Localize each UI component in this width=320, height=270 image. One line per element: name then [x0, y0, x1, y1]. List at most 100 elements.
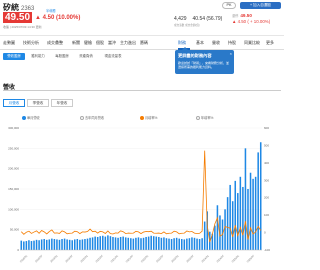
revenue-bar — [86, 238, 89, 250]
right-tick-label: 200 — [264, 196, 269, 200]
x-tick-label: 2024/01 — [200, 253, 210, 263]
revenue-bar — [35, 239, 38, 250]
radio-icon — [22, 116, 26, 121]
revenue-bar — [216, 205, 219, 250]
nav-item-technical[interactable]: 技術分析 — [23, 40, 39, 46]
limit-up-label: 漲停 — [232, 14, 239, 18]
x-tick-label: 2024/07 — [215, 253, 225, 263]
revenue-bar — [163, 237, 165, 250]
revenue-bar — [33, 240, 35, 250]
x-tick-label: 2021/07 — [125, 253, 135, 263]
revenue-bar — [224, 209, 226, 250]
revenue-bar — [28, 240, 30, 250]
revenue-bar — [203, 221, 206, 250]
revenue-bar — [150, 235, 152, 250]
revenue-bar — [127, 237, 130, 250]
x-tick-label: 2019/07 — [64, 253, 74, 263]
subnav-cash-flow[interactable]: 現金流量表 — [99, 53, 127, 60]
main-nav: 走勢圖 技術分析 成交彙整 新聞 健檢 個股 當沖 主力進出 籌碼 財務 基本 … — [0, 36, 284, 50]
amount-value: 40.54 (56.79) — [192, 16, 223, 22]
update-time: 收盤 | 2025/07/09 14:30 更新 — [3, 25, 42, 29]
revenue-bar — [91, 237, 94, 250]
legend-label: 去年同月營收 — [85, 116, 105, 120]
tab-yearly[interactable]: 年營收 — [51, 99, 73, 107]
x-tick-label: 2021/01 — [110, 253, 120, 263]
revenue-bar — [51, 238, 53, 250]
nav-item-holdings[interactable]: 持股 — [228, 40, 236, 46]
legend-item-yoy[interactable]: 年增率% — [196, 115, 213, 121]
x-tick-label: 2020/01 — [79, 253, 89, 263]
revenue-bar — [237, 193, 239, 250]
price-row: 49.50 ▲ 4.50 (10.00%) — [3, 12, 80, 23]
close-icon[interactable]: × — [230, 51, 232, 56]
revenue-bar — [229, 184, 231, 250]
revenue-bar — [63, 238, 66, 250]
revenue-bar — [188, 238, 191, 250]
revenue-bar — [23, 241, 25, 250]
legend-item-mom[interactable]: 月增率% — [140, 115, 157, 121]
revenue-bar — [135, 237, 137, 250]
nav-item-finance[interactable]: 財務 — [178, 40, 186, 46]
revenue-bar — [180, 239, 183, 250]
subnav-profitability[interactable]: 獲利能力 — [27, 53, 49, 60]
left-tick-label: 0 — [17, 248, 19, 252]
stock-header: 矽統 2363 半導體 49.50 ▲ 4.50 (10.00%) 收盤 | 202… — [0, 0, 284, 36]
nav-item-basic[interactable]: 基本 — [196, 40, 204, 46]
subnav-eps[interactable]: 每股盈餘 — [51, 53, 73, 60]
revenue-bar — [226, 197, 229, 250]
nav-item-revenue[interactable]: 營收 — [212, 40, 220, 46]
right-tick-label: 600 — [264, 126, 269, 130]
nav-item-major[interactable]: 主力進出 — [120, 40, 136, 46]
revenue-bar — [114, 237, 117, 250]
revenue-bar — [183, 239, 186, 250]
trade-stats: 4,429 40.54 (56.79) 成交張數 成交金額(億) — [174, 16, 228, 27]
revenue-bar — [109, 236, 112, 250]
legend-item-revenue[interactable]: 單月營收 — [22, 115, 40, 121]
pk-button[interactable]: PK — [222, 2, 236, 9]
revenue-bar — [48, 239, 51, 250]
revenue-bar — [137, 237, 140, 250]
revenue-bar — [186, 238, 188, 250]
limit-up-value: 49.50 — [240, 13, 252, 18]
nav-item-compare[interactable]: 同業比較 — [244, 40, 260, 46]
right-axis: 600 500 400 300 200 100 0 -100 — [264, 126, 270, 252]
tab-quarterly[interactable]: 季營收 — [27, 99, 49, 107]
subnav-balance-sheet[interactable]: 資產負債 — [75, 53, 97, 60]
nav-item-daytrade[interactable]: 當沖 — [108, 40, 116, 46]
revenue-bar — [43, 239, 45, 250]
nav-item-trades[interactable]: 成交彙整 — [47, 40, 63, 46]
trade-stats-labels: 成交張數 成交金額(億) — [174, 24, 200, 27]
revenue-bar — [79, 239, 81, 250]
revenue-bar — [107, 235, 109, 250]
chart-legend: 單月營收 去年同月營收 月增率% 年增率% — [0, 115, 284, 122]
x-tick-label: 2023/07 — [185, 253, 195, 263]
x-tick-label: 2022/01 — [140, 253, 150, 263]
revenue-bar — [53, 239, 56, 250]
price-change: ▲ 4.50 (10.00%) — [35, 14, 81, 21]
nav-item-news[interactable]: 新聞 — [72, 40, 80, 46]
nav-item-chips[interactable]: 籌碼 — [140, 40, 148, 46]
revenue-bar — [247, 189, 249, 250]
left-tick-label: 200,000 — [8, 167, 19, 171]
nav-item-more[interactable]: 更多 — [266, 40, 274, 46]
left-tick-label: 250,000 — [8, 146, 19, 150]
nav-item-trend[interactable]: 走勢圖 — [3, 40, 15, 46]
revenue-bar — [25, 241, 28, 250]
nav-item-health[interactable]: 健檢 — [84, 40, 92, 46]
subnav-revenue-earnings[interactable]: 營收盈餘 — [3, 53, 25, 60]
nav-item-stock[interactable]: 個股 — [96, 40, 104, 46]
legend-item-last-year[interactable]: 去年同月營收 — [80, 115, 105, 121]
stock-name: 矽統 — [3, 3, 19, 12]
revenue-bar — [66, 239, 68, 250]
revenue-bar — [117, 237, 119, 250]
add-favorite-button[interactable]: + 加入自選股 — [240, 2, 281, 9]
right-tick-label: 300 — [264, 178, 269, 182]
section-divider — [3, 90, 281, 91]
revenue-bar — [201, 238, 203, 250]
legend-label: 單月營收 — [27, 116, 40, 120]
tab-monthly[interactable]: 月營收 — [3, 99, 25, 107]
right-tick-label: 0 — [264, 231, 266, 235]
revenue-bar — [99, 236, 102, 250]
current-price: 49.50 — [3, 12, 33, 23]
revenue-bar — [38, 240, 40, 250]
